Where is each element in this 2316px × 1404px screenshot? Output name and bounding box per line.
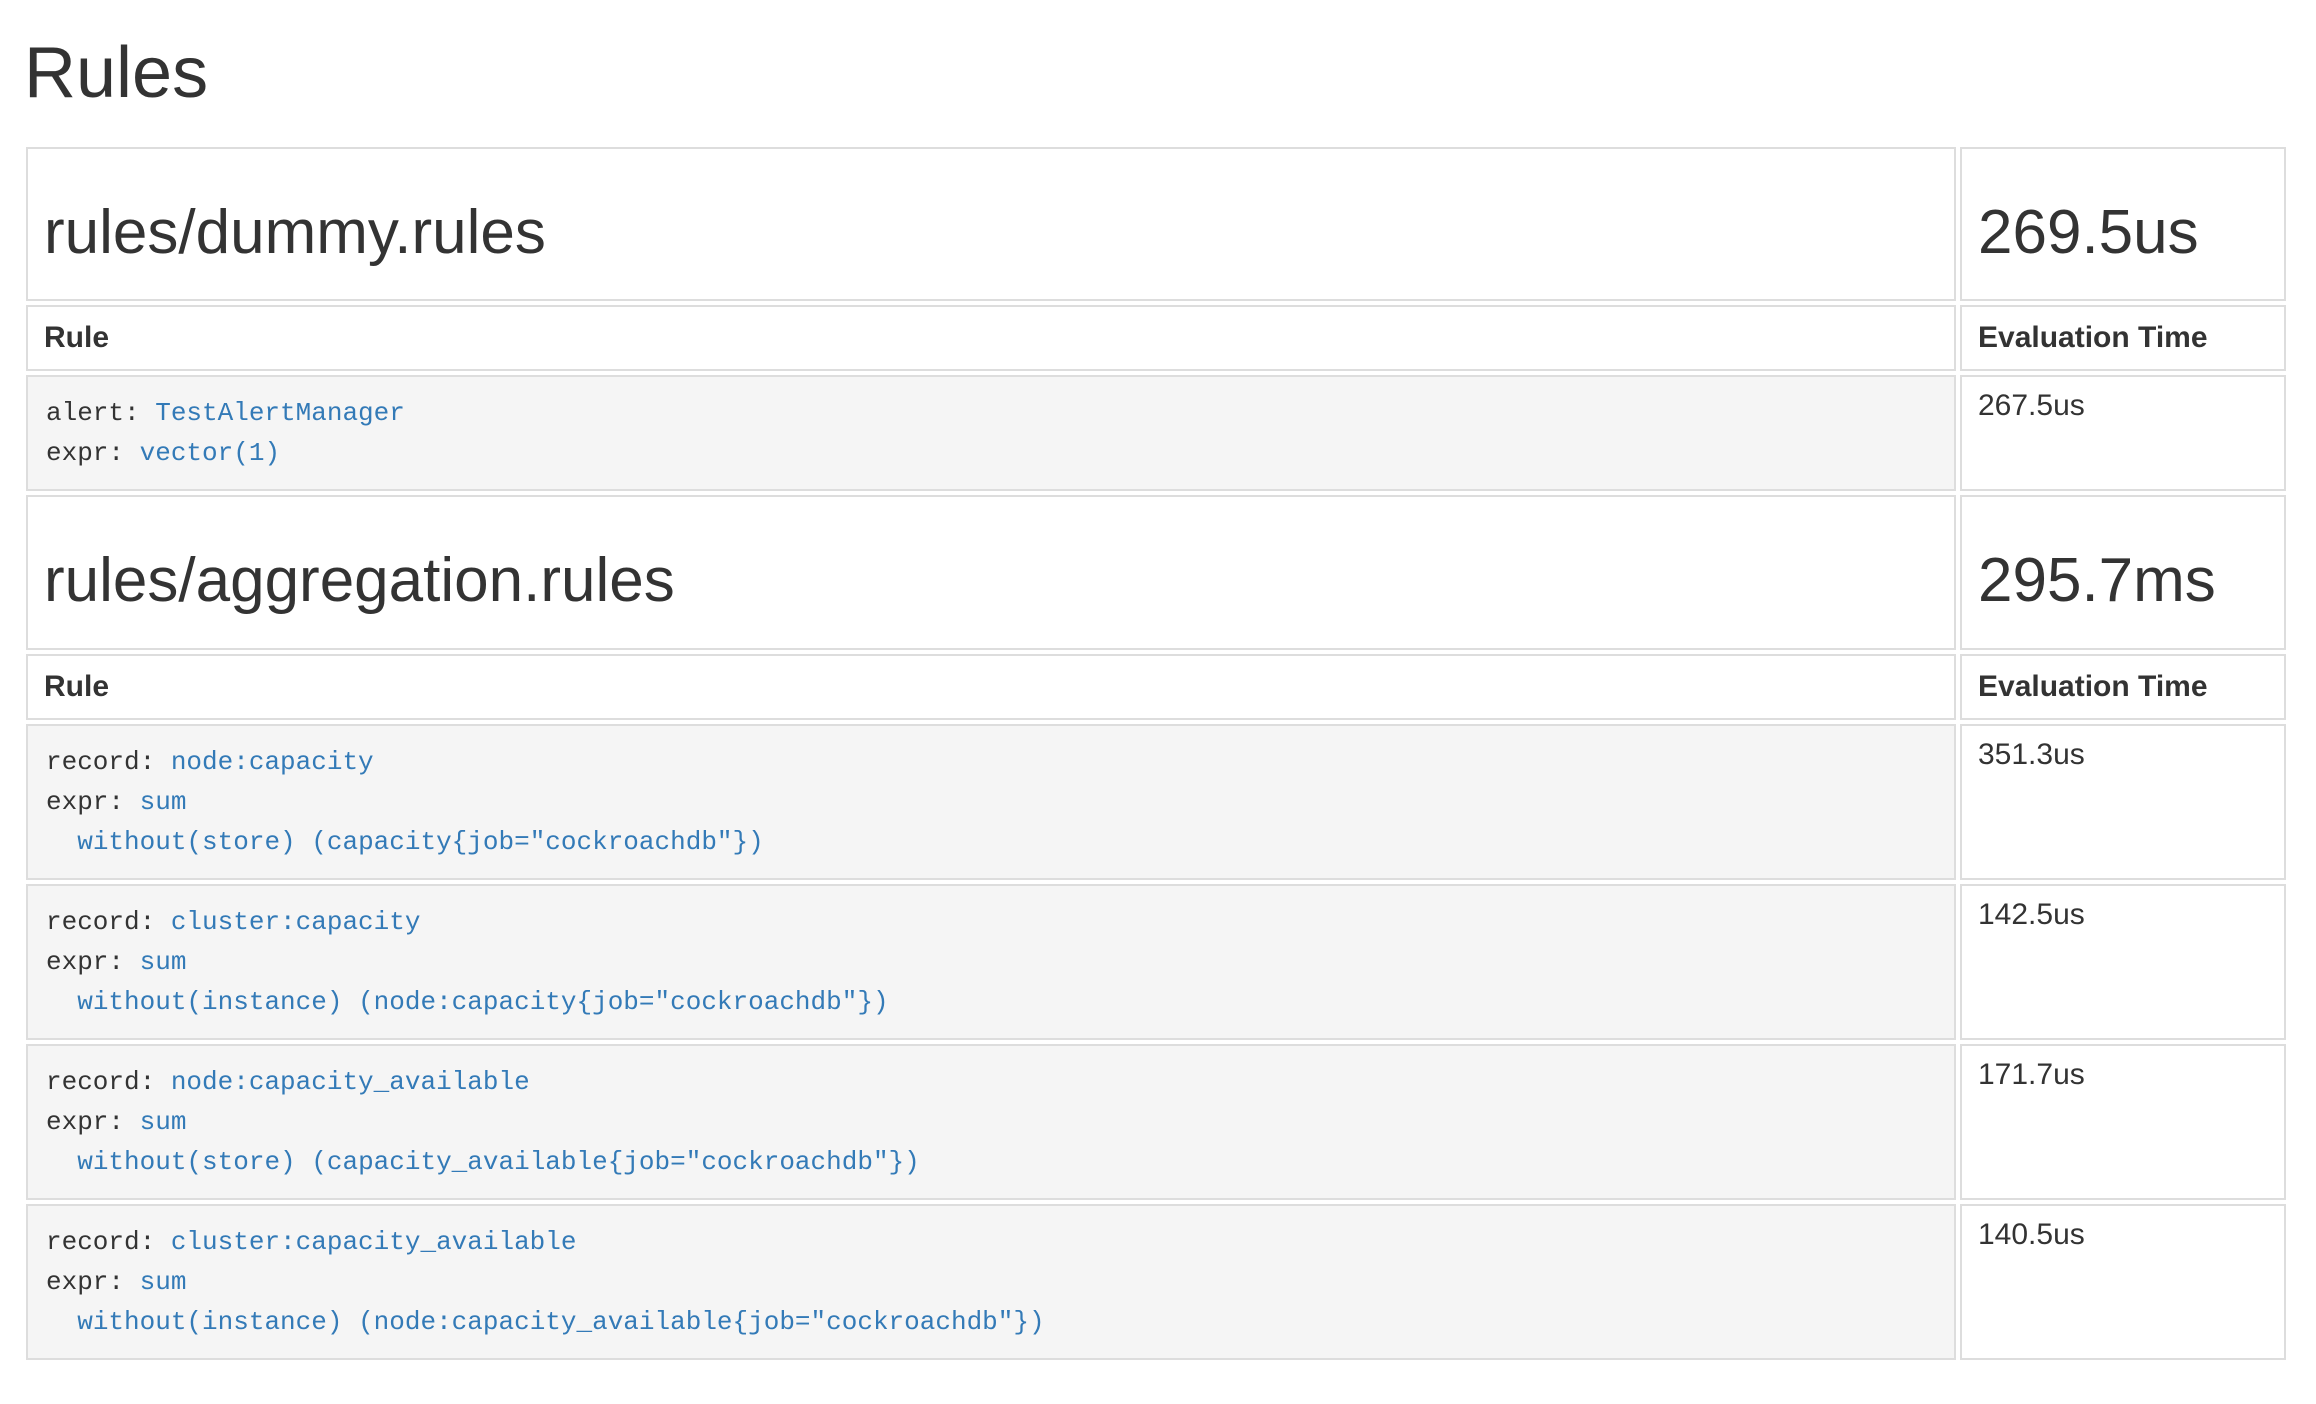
rule-eval-time: 267.5us (1960, 375, 2286, 491)
rule-definition-cell: record: node:capacity expr: sum without(… (26, 724, 1956, 880)
rule-keyword: record: (46, 1067, 171, 1097)
rule-keyword (46, 987, 77, 1017)
rule-keyword: expr: (46, 947, 140, 977)
rule-group-file: rules/aggregation.rules (44, 547, 1938, 615)
rules-table: rules/dummy.rules 269.5us Rule Evaluatio… (22, 143, 2290, 1363)
rule-link[interactable]: node:capacity_available (171, 1067, 530, 1097)
rule-link[interactable]: cluster:capacity_available (171, 1227, 577, 1257)
rule-link[interactable]: sum (140, 1267, 187, 1297)
rule-group-eval-time: 295.7ms (1978, 547, 2268, 615)
rule-definition: record: node:capacity expr: sum without(… (28, 726, 1954, 878)
rule-keyword: expr: (46, 1107, 140, 1137)
rule-eval-time: 351.3us (1960, 724, 2286, 880)
rule-keyword: record: (46, 907, 171, 937)
rule-link[interactable]: sum (140, 1107, 187, 1137)
rule-row: record: node:capacity expr: sum without(… (26, 724, 2286, 880)
rule-keyword (46, 1147, 77, 1177)
rule-keyword: expr: (46, 1267, 140, 1297)
rule-row: record: node:capacity_available expr: su… (26, 1044, 2286, 1200)
rule-row: record: cluster:capacity expr: sum witho… (26, 884, 2286, 1040)
rule-link[interactable]: without(store) (capacity_available{job="… (77, 1147, 920, 1177)
rule-group-file-cell: rules/dummy.rules (26, 147, 1956, 301)
rule-group-eval-time-cell: 295.7ms (1960, 495, 2286, 649)
rule-definition: alert: TestAlertManager expr: vector(1) (28, 377, 1954, 489)
rule-link[interactable]: TestAlertManager (155, 398, 405, 428)
rule-keyword (46, 827, 77, 857)
rule-group-eval-time-cell: 269.5us (1960, 147, 2286, 301)
rule-group-header-row: rules/aggregation.rules 295.7ms (26, 495, 2286, 649)
rule-link[interactable]: sum (140, 787, 187, 817)
rule-definition-cell: record: node:capacity_available expr: su… (26, 1044, 1956, 1200)
rule-keyword: record: (46, 747, 171, 777)
rule-definition-cell: record: cluster:capacity_available expr:… (26, 1204, 1956, 1360)
rule-eval-time: 140.5us (1960, 1204, 2286, 1360)
rule-keyword: expr: (46, 438, 140, 468)
rule-group-file: rules/dummy.rules (44, 199, 1938, 267)
rule-link[interactable]: without(store) (capacity{job="cockroachd… (77, 827, 764, 857)
rule-column-header: Rule (26, 305, 1956, 371)
page-title: Rules (24, 34, 2290, 113)
rule-group-file-cell: rules/aggregation.rules (26, 495, 1956, 649)
rule-group-header-row: rules/dummy.rules 269.5us (26, 147, 2286, 301)
eval-time-column-header: Evaluation Time (1960, 305, 2286, 371)
rule-column-header: Rule (26, 654, 1956, 720)
column-header-row: Rule Evaluation Time (26, 305, 2286, 371)
rule-definition: record: cluster:capacity expr: sum witho… (28, 886, 1954, 1038)
rule-keyword: alert: (46, 398, 155, 428)
rule-definition: record: node:capacity_available expr: su… (28, 1046, 1954, 1198)
rule-keyword: expr: (46, 787, 140, 817)
rule-link[interactable]: vector(1) (140, 438, 280, 468)
rule-link[interactable]: cluster:capacity (171, 907, 421, 937)
rule-row: record: cluster:capacity_available expr:… (26, 1204, 2286, 1360)
eval-time-column-header: Evaluation Time (1960, 654, 2286, 720)
rule-definition: record: cluster:capacity_available expr:… (28, 1206, 1954, 1358)
rule-link[interactable]: sum (140, 947, 187, 977)
rule-link[interactable]: without(instance) (node:capacity{job="co… (77, 987, 888, 1017)
rule-row: alert: TestAlertManager expr: vector(1) … (26, 375, 2286, 491)
rule-eval-time: 171.7us (1960, 1044, 2286, 1200)
rule-eval-time: 142.5us (1960, 884, 2286, 1040)
column-header-row: Rule Evaluation Time (26, 654, 2286, 720)
rule-definition-cell: record: cluster:capacity expr: sum witho… (26, 884, 1956, 1040)
rule-group-eval-time: 269.5us (1978, 199, 2268, 267)
rule-keyword: record: (46, 1227, 171, 1257)
rule-link[interactable]: node:capacity (171, 747, 374, 777)
rule-definition-cell: alert: TestAlertManager expr: vector(1) (26, 375, 1956, 491)
